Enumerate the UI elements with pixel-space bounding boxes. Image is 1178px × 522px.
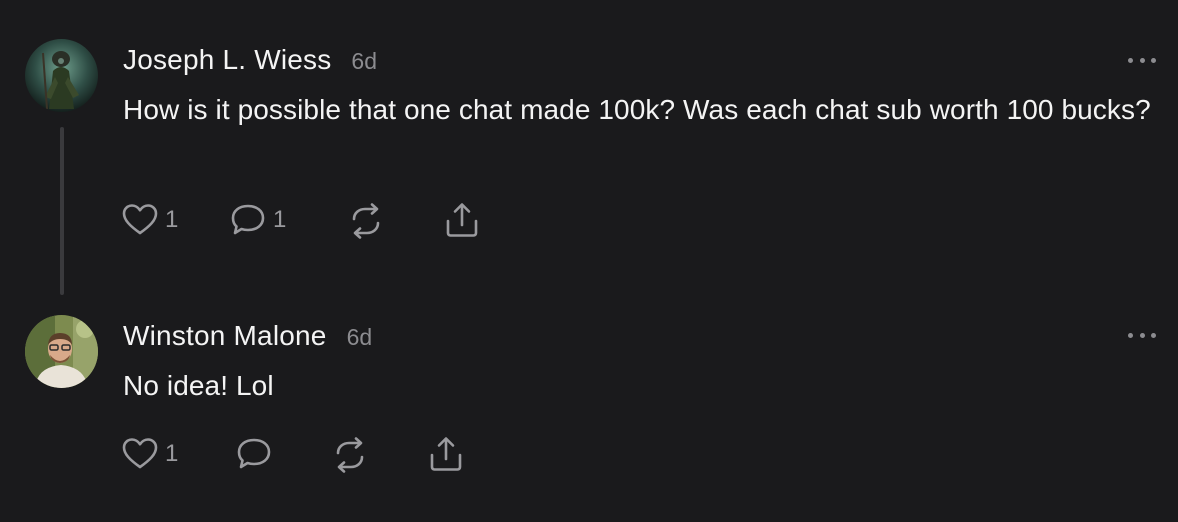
- comment-text: How is it possible that one chat made 10…: [123, 94, 1151, 125]
- avatar-joseph-wiess[interactable]: [25, 39, 98, 112]
- share-icon: [430, 437, 462, 471]
- reply-count: 1: [273, 206, 287, 233]
- share-button[interactable]: [427, 435, 465, 473]
- comment-header: Joseph L. Wiess 6d: [123, 44, 377, 76]
- like-count: 1: [165, 440, 179, 467]
- more-options-button[interactable]: [1128, 330, 1156, 340]
- author-name[interactable]: Winston Malone: [123, 320, 327, 352]
- timestamp[interactable]: 6d: [351, 48, 377, 75]
- share-button[interactable]: [443, 201, 481, 239]
- restack-icon: [352, 203, 380, 239]
- speech-bubble-icon: [231, 204, 265, 235]
- share-icon: [446, 203, 478, 237]
- thread-line: [60, 127, 64, 295]
- author-name[interactable]: Joseph L. Wiess: [123, 44, 331, 76]
- reply-button[interactable]: 1: [229, 202, 286, 238]
- like-button[interactable]: 1: [121, 436, 178, 472]
- reply-button[interactable]: [235, 436, 273, 472]
- comment-text: No idea! Lol: [123, 370, 274, 401]
- restack-button[interactable]: [331, 436, 369, 474]
- heart-icon: [122, 438, 158, 469]
- more-options-button[interactable]: [1128, 55, 1156, 65]
- more-dots-icon: [1128, 57, 1133, 63]
- timestamp[interactable]: 6d: [347, 324, 373, 351]
- comment-header: Winston Malone 6d: [123, 320, 372, 352]
- restack-button[interactable]: [347, 202, 385, 240]
- like-count: 1: [165, 206, 179, 233]
- heart-icon: [122, 204, 158, 235]
- restack-icon: [336, 437, 364, 473]
- avatar-winston-malone[interactable]: [25, 315, 98, 388]
- more-dots-icon: [1128, 332, 1133, 338]
- like-button[interactable]: 1: [121, 202, 178, 238]
- speech-bubble-icon: [237, 438, 271, 469]
